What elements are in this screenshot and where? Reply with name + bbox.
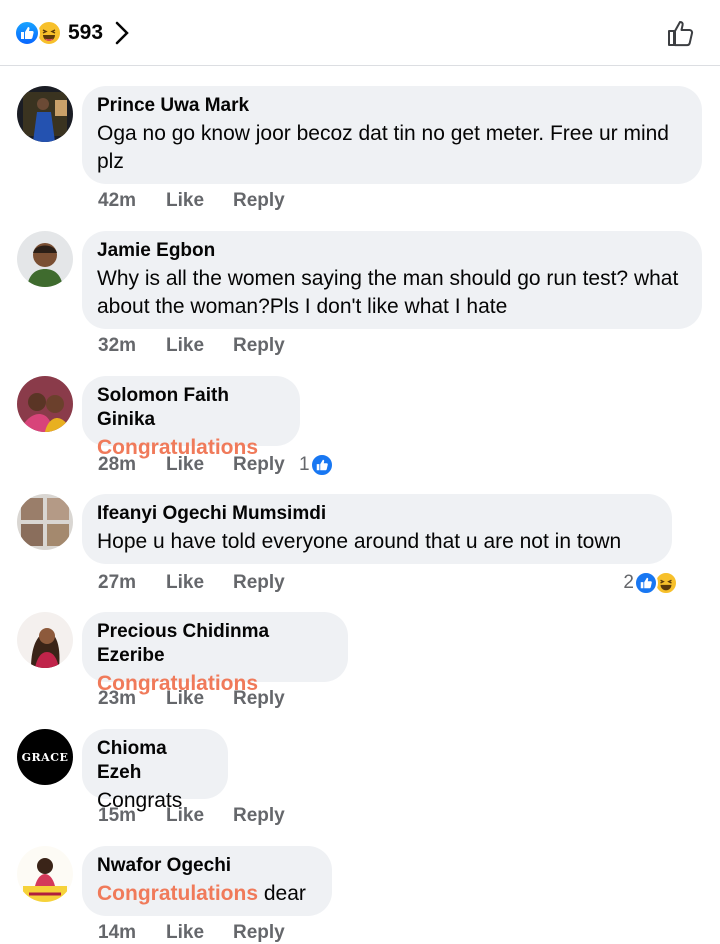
avatar[interactable]: GRACE xyxy=(17,729,73,785)
reply-link[interactable]: Reply xyxy=(233,688,313,710)
reply-link[interactable]: Reply xyxy=(233,190,313,212)
like-reaction-icon xyxy=(309,453,334,477)
reply-link[interactable]: Reply xyxy=(233,335,313,357)
comment-text: Hope u have told everyone around that u … xyxy=(97,530,622,553)
comment-reactions[interactable]: 2 xyxy=(623,571,678,595)
chevron-right-icon[interactable] xyxy=(115,20,137,46)
comment-actions: 42m Like Reply xyxy=(98,190,313,212)
comment-bubble: Prince Uwa Mark Oga no go know joor beco… xyxy=(82,86,702,184)
like-link[interactable]: Like xyxy=(166,335,233,357)
reaction-count: 1 xyxy=(299,454,310,475)
like-link[interactable]: Like xyxy=(166,190,233,212)
comment-text: Why is all the women saying the man shou… xyxy=(97,267,679,318)
avatar[interactable] xyxy=(17,612,73,668)
comment-text: Oga no go know joor becoz dat tin no get… xyxy=(97,122,669,173)
like-link[interactable]: Like xyxy=(166,922,233,944)
like-reaction-icon xyxy=(634,571,658,595)
comment-actions: 14m Like Reply xyxy=(98,922,313,944)
comment-actions: 32m Like Reply xyxy=(98,335,313,357)
commenter-name[interactable]: Solomon Faith Ginika xyxy=(97,384,284,432)
like-link[interactable]: Like xyxy=(166,454,233,476)
comment-time[interactable]: 14m xyxy=(98,922,166,944)
comment-time[interactable]: 32m xyxy=(98,335,166,357)
commenter-name[interactable]: Jamie Egbon xyxy=(97,239,686,263)
comment-bubble: Precious Chidinma Ezeribe Congratulation… xyxy=(82,612,348,695)
comment-time[interactable]: 15m xyxy=(98,805,166,827)
thumbs-up-icon[interactable] xyxy=(664,16,698,50)
comment-time[interactable]: 27m xyxy=(98,572,166,594)
avatar[interactable] xyxy=(17,231,73,287)
comment-bubble: Ifeanyi Ogechi Mumsimdi Hope u have told… xyxy=(82,494,672,564)
like-link[interactable]: Like xyxy=(166,805,233,827)
comment-bubble: Nwafor Ogechi Congratulations dear xyxy=(82,846,332,916)
comment-bubble: Jamie Egbon Why is all the women saying … xyxy=(82,231,702,329)
avatar[interactable] xyxy=(17,86,73,142)
comment-reactions[interactable]: 1 xyxy=(299,453,334,477)
reactions-summary[interactable]: 593 xyxy=(14,17,137,49)
comment-actions: 23m Like Reply xyxy=(98,688,313,710)
comment-actions: 28m Like Reply 1 xyxy=(98,453,334,477)
commenter-name[interactable]: Prince Uwa Mark xyxy=(97,94,686,118)
comment-actions: 15m Like Reply xyxy=(98,805,313,827)
reply-link[interactable]: Reply xyxy=(233,572,313,594)
commenter-name[interactable]: Precious Chidinma Ezeribe xyxy=(97,620,332,668)
comment-time[interactable]: 28m xyxy=(98,454,166,476)
reply-link[interactable]: Reply xyxy=(233,922,313,944)
commenter-name[interactable]: Ifeanyi Ogechi Mumsimdi xyxy=(97,502,656,526)
comment-bubble: Solomon Faith Ginika Congratulations xyxy=(82,376,300,459)
comment-time[interactable]: 42m xyxy=(98,190,166,212)
commenter-name[interactable]: Chioma Ezeh xyxy=(97,737,212,785)
like-link[interactable]: Like xyxy=(166,572,233,594)
comment-text: Congratulations dear xyxy=(97,880,316,908)
reactions-header: 593 xyxy=(0,0,720,66)
avatar-logo-text: GRACE xyxy=(21,750,69,764)
reaction-count: 593 xyxy=(68,21,104,44)
reaction-count: 2 xyxy=(623,572,634,593)
comment-time[interactable]: 23m xyxy=(98,688,166,710)
like-reaction-icon xyxy=(14,20,40,46)
like-link[interactable]: Like xyxy=(166,688,233,710)
avatar[interactable] xyxy=(17,376,73,432)
commenter-name[interactable]: Nwafor Ogechi xyxy=(97,854,316,878)
reply-link[interactable]: Reply xyxy=(233,805,313,827)
avatar[interactable] xyxy=(17,846,73,902)
comment-actions: 27m Like Reply 2 xyxy=(98,571,678,595)
comment-bubble: Chioma Ezeh Congrats xyxy=(82,729,228,812)
avatar[interactable] xyxy=(17,494,73,550)
highlighted-word: Congratulations xyxy=(97,882,258,905)
comment-text-rest: dear xyxy=(258,882,306,905)
